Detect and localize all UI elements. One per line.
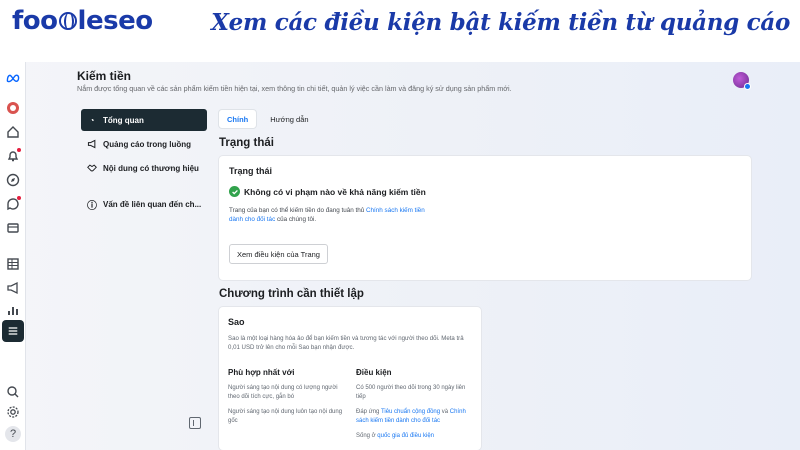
foogleseo-logo: foo leseo [12,6,153,36]
help-icon[interactable]: ? [5,426,21,442]
tab-main[interactable]: Chính [219,110,257,128]
menu-item-label: Tổng quan [103,115,144,125]
view-page-conditions-button[interactable]: Xem điều kiện của Trang [229,244,328,264]
programs-section-title: Chương trình cần thiết lập [219,288,364,300]
menu-item-label: Nội dung có thương hiệu [103,163,199,173]
page-avatar-icon[interactable] [5,100,21,116]
check-circle-icon [229,186,240,197]
banner-title: Xem các điều kiện bật kiếm tiền từ quảng… [211,9,790,36]
menu-item-label: Vấn đề liên quan đến ch... [103,199,202,209]
collapse-sidebar-icon[interactable] [189,417,201,429]
status-ok-row: Không có vi phạm nào về khả năng kiếm ti… [229,186,426,197]
stack-icon[interactable] [5,220,21,236]
globe-icon [58,12,77,30]
status-card-title: Trạng thái [229,166,273,176]
status-section-title: Trạng thái [219,137,274,149]
home-icon[interactable] [5,124,21,140]
status-card: Trạng thái Không có vi phạm nào về khả n… [219,156,751,280]
dashboard-icon: ◔ [89,115,95,125]
search-icon[interactable] [5,384,21,400]
conditions-column: Điều kiện Có 500 người theo dõi trong 30… [356,368,476,447]
list-item: Người sáng tạo nội dung luôn tạo nội dun… [228,409,343,424]
table-icon[interactable] [5,256,21,272]
best-for-heading: Phù hợp nhất với [228,368,295,377]
bell-icon[interactable] [5,148,21,164]
compass-icon[interactable] [5,172,21,188]
gear-icon[interactable] [5,404,21,420]
page-description: Nắm được tổng quan về các sản phẩm kiếm … [77,84,512,93]
megaphone-icon[interactable] [5,280,21,296]
meta-logo-icon[interactable] [5,70,21,86]
tab-guide[interactable]: Hướng dẫn [262,110,316,128]
facebook-badge-icon [744,83,751,90]
monetization-menu: ◔ Tổng quan Quảng cáo trong luồng Nội du… [81,109,207,217]
list-item: Có 500 người theo dõi trong 30 ngày liên… [356,385,466,400]
menu-item-branded-content[interactable]: Nội dung có thương hiệu [81,157,207,179]
avatar[interactable] [733,72,751,90]
article-banner: foo leseo Xem các điều kiện bật kiếm tiền… [0,0,800,56]
list-item: Đáp ứng Tiêu chuẩn cộng đồng và Chính sá… [356,409,466,424]
page-title: Kiếm tiền [77,69,132,83]
facebook-monetization-screen: ? Kiếm tiền Nắm được tổng quan về các sả… [0,62,800,450]
handshake-icon [87,163,97,173]
community-standards-link[interactable]: Tiêu chuẩn cộng đồng [381,409,440,415]
list-item: Sống ở quốc gia đủ điều kiện [356,433,434,439]
stars-program-card: Sao Sao là một loại hàng hóa ảo để bạn k… [219,307,481,450]
best-for-column: Phù hợp nhất với Người sáng tạo nội dung… [228,368,348,432]
menu-item-overview[interactable]: ◔ Tổng quan [81,109,207,131]
message-icon[interactable] [5,196,21,212]
menu-item-in-stream-ads[interactable]: Quảng cáo trong luồng [81,133,207,155]
stars-title: Sao [228,317,245,327]
menu-item-issues[interactable]: ⓘ Vấn đề liên quan đến ch... [81,193,207,215]
stars-description: Sao là một loại hàng hóa ảo để bạn kiếm … [228,335,464,352]
status-note: Trang của bạn có thể kiếm tiền do đang t… [229,207,425,224]
menu-icon[interactable] [2,320,24,342]
left-icon-rail: ? [0,62,26,450]
list-item: Người sáng tạo nội dung có lượng người t… [228,385,338,400]
bar-chart-icon[interactable] [5,302,21,318]
content-tabs: Chính Hướng dẫn [219,110,317,128]
info-icon: ⓘ [87,200,97,212]
eligible-countries-link[interactable]: quốc gia đủ điều kiện [377,433,434,439]
status-ok-message: Không có vi phạm nào về khả năng kiếm ti… [244,186,426,197]
megaphone-icon [87,139,97,149]
conditions-heading: Điều kiện [356,368,392,377]
menu-item-label: Quảng cáo trong luồng [103,139,191,149]
logo-text-part-2: leseo [77,6,154,36]
logo-text-part-1: foo [12,6,58,36]
